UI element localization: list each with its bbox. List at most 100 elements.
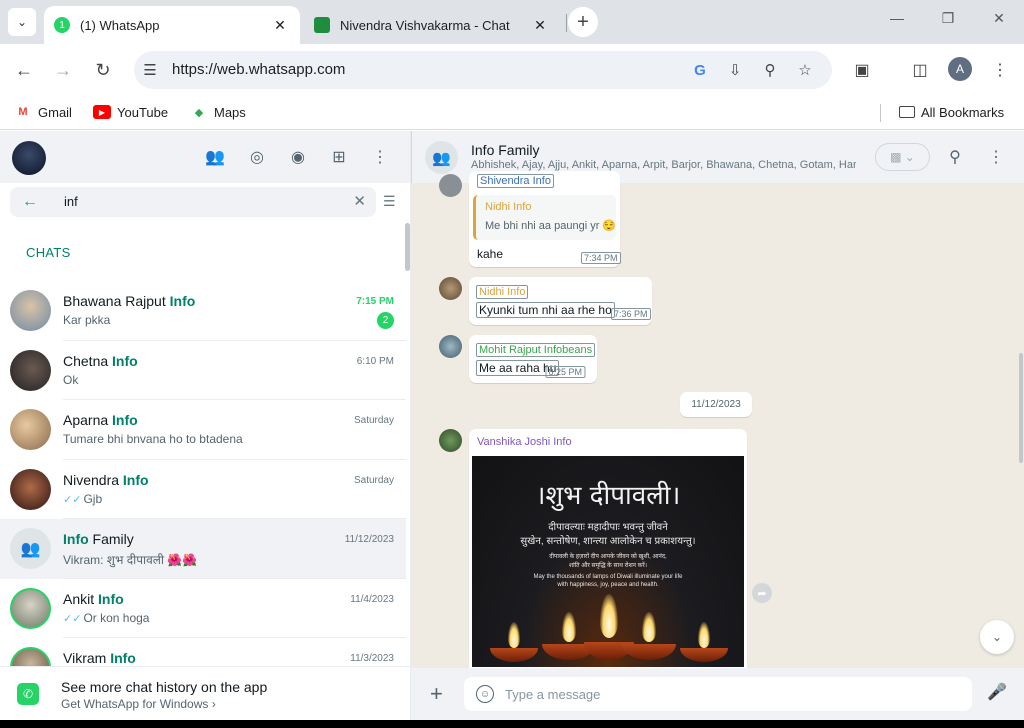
message-sender: Mohit Rajput Infobeans [476, 343, 596, 357]
bookmark-label: Maps [214, 104, 246, 120]
conversation-scrollbar[interactable] [1019, 353, 1023, 463]
forward-icon[interactable]: → [49, 56, 77, 84]
status-icon[interactable]: ◎ [245, 145, 269, 169]
chat-time: 11/3/2023 [350, 653, 394, 664]
chat-list: Bhawana Rajput Info 7:15 PM Kar pkka 2 C… [0, 281, 406, 666]
read-ticks-icon: ✓✓ [63, 493, 82, 506]
address-bar[interactable]: ☰ https://web.whatsapp.com G ⇩ ⚲ ☆ [134, 51, 832, 89]
extensions-icon[interactable]: ▣ [850, 58, 874, 82]
sender-avatar[interactable] [439, 429, 462, 452]
reload-icon[interactable]: ↻ [89, 56, 117, 84]
message-bubble[interactable]: Shivendra Info Nidhi Info Me bhi nhi aa … [469, 171, 621, 267]
back-icon[interactable]: ← [10, 56, 38, 84]
last-message: ✓✓ Gjb [63, 491, 103, 506]
message-text: Kyunki tum nhi aa rhe ho [476, 302, 615, 318]
promo-title: See more chat history on the app [61, 679, 268, 695]
get-app-banner[interactable]: ✆ See more chat history on the app Get W… [0, 666, 410, 720]
new-tab-button[interactable]: + [568, 7, 598, 37]
forward-icon[interactable]: ➦ [752, 583, 772, 603]
back-arrow-icon[interactable]: ← [22, 193, 38, 211]
scroll-to-bottom-button[interactable]: ⌄ [980, 620, 1014, 654]
avatar [10, 587, 51, 629]
diwali-greeting-image[interactable]: ।शुभ दीपावली। दीपावल्याः महादीपाः भवन्तु… [472, 456, 744, 667]
message-composer: + ☺ Type a message 🎤 [411, 668, 1024, 720]
bookmark-gmail[interactable]: M Gmail [14, 102, 72, 122]
sender-avatar[interactable] [439, 335, 462, 358]
message-sender: Nidhi Info [476, 285, 529, 299]
side-panel-icon[interactable]: ◫ [908, 58, 932, 82]
microphone-icon[interactable]: 🎤 [987, 682, 1007, 702]
new-chat-icon[interactable]: ⊞ [327, 145, 351, 169]
sidebar-menu-icon[interactable]: ⋮ [368, 145, 392, 169]
message-bubble[interactable]: Nidhi Info Kyunki tum nhi aa rhe ho 7:36… [469, 277, 652, 325]
conversation-pane: 👥 Info Family Abhishek, Ajay, Ajju, Anki… [411, 131, 1024, 720]
last-message: Kar pkka [63, 313, 111, 327]
conversation-menu-icon[interactable]: ⋮ [984, 145, 1008, 169]
filter-icon[interactable]: ☰ [383, 193, 396, 210]
search-box[interactable]: ← inf ✕ [10, 187, 376, 217]
video-call-button[interactable]: ▩ ⌄ [875, 143, 930, 171]
channels-icon[interactable]: ◉ [286, 145, 310, 169]
chat-time: 11/12/2023 [344, 534, 394, 545]
image-title: ।शुभ दीपावली। [535, 481, 681, 511]
quoted-message[interactable]: Nidhi Info Me bhi nhi aa paungi yr 😌 [473, 195, 616, 240]
chat-item[interactable]: Aparna Info Saturday Tumare bhi bnvana h… [0, 400, 406, 460]
google-lens-icon[interactable]: G [690, 60, 710, 80]
bookmark-star-icon[interactable]: ☆ [795, 60, 815, 80]
my-profile-avatar[interactable] [12, 141, 46, 175]
install-app-icon[interactable]: ⇩ [725, 60, 745, 80]
search-icon[interactable]: ⚲ [943, 145, 967, 169]
chat-item-selected[interactable]: 👥 Info Family 11/12/2023 Vikram: शुभ दीप… [0, 519, 406, 579]
chat-item[interactable]: Chetna Info 6:10 PM Ok [0, 341, 406, 400]
tab-whatsapp[interactable]: 1 (1) WhatsApp ✕ [44, 6, 300, 44]
chat-sidebar: 👥 ◎ ◉ ⊞ ⋮ ← inf ✕ ☰ CHATS Bhawana Rajput… [0, 131, 411, 720]
attach-plus-icon[interactable]: + [430, 681, 443, 707]
maps-icon: ◆ [194, 106, 204, 119]
site-info-icon[interactable]: ☰ [140, 60, 160, 80]
message-time: 7:36 PM [611, 308, 651, 320]
tab-title: Nivendra Vishvakarma - Chat [340, 17, 510, 33]
close-tab-icon[interactable]: ✕ [530, 15, 550, 35]
url-text: https://web.whatsapp.com [172, 61, 346, 78]
communities-icon[interactable]: 👥 [203, 145, 227, 169]
sender-avatar[interactable] [439, 174, 462, 197]
bookmark-maps[interactable]: ◆ Maps [190, 102, 246, 122]
diya-lamp-icon [490, 622, 538, 662]
restore-icon[interactable]: ❐ [936, 10, 960, 27]
close-window-icon[interactable]: ✕ [987, 10, 1011, 27]
chat-item[interactable]: Ankit Info 11/4/2023 ✓✓ Or kon hoga [0, 579, 406, 638]
bookmark-youtube[interactable]: ▶ YouTube [93, 102, 168, 122]
chat-name: Aparna Info [63, 412, 138, 428]
image-line: with happiness, joy, peace and health. [557, 582, 659, 588]
chat-item[interactable]: Bhawana Rajput Info 7:15 PM Kar pkka 2 [0, 281, 406, 341]
promo-link[interactable]: Get WhatsApp for Windows › [61, 697, 216, 711]
chat-item[interactable]: Vikram Info 11/3/2023 [0, 638, 406, 666]
zoom-icon[interactable]: ⚲ [760, 60, 780, 80]
profile-avatar[interactable]: A [948, 57, 972, 81]
chat-name: Bhawana Rajput Info [63, 293, 196, 309]
chat-time: Saturday [353, 474, 394, 486]
clear-search-icon[interactable]: ✕ [353, 192, 366, 210]
sender-avatar[interactable] [439, 277, 462, 300]
group-avatar-icon[interactable]: 👥 [425, 141, 458, 174]
emoji-icon[interactable]: ☺ [476, 685, 494, 703]
message-bubble[interactable]: Mohit Rajput Infobeans Me aa raha hu 8:2… [469, 335, 597, 383]
chat-name: Ankit Info [63, 590, 124, 607]
browser-toolbar: ← → ↻ ☰ https://web.whatsapp.com G ⇩ ⚲ ☆… [0, 44, 1024, 96]
chat-favicon-icon [314, 17, 330, 33]
search-input[interactable]: inf [64, 194, 78, 209]
sidebar-scrollbar[interactable] [405, 223, 410, 271]
folder-icon [899, 106, 915, 118]
menu-kebab-icon[interactable]: ⋮ [988, 58, 1012, 82]
chats-section-title: CHATS [26, 245, 71, 260]
all-bookmarks-button[interactable]: All Bookmarks [899, 102, 1004, 122]
message-placeholder: Type a message [505, 687, 601, 702]
chat-item[interactable]: Nivendra Info Saturday ✓✓ Gjb [0, 460, 406, 519]
diya-lamp-icon [680, 622, 728, 662]
image-line: May the thousands of lamps of Diwali ill… [533, 574, 683, 580]
close-tab-icon[interactable]: ✕ [270, 15, 290, 35]
message-input[interactable]: ☺ Type a message [464, 677, 972, 711]
tab-chat[interactable]: Nivendra Vishvakarma - Chat ✕ [304, 6, 560, 44]
tab-search-button[interactable]: ⌄ [8, 8, 36, 36]
minimize-icon[interactable]: — [885, 10, 909, 26]
